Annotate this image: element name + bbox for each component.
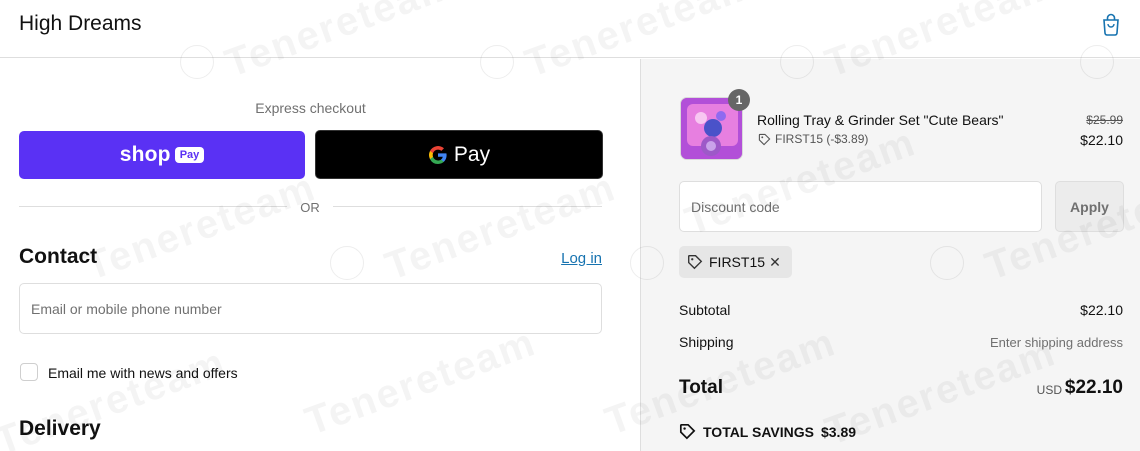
tag-icon	[688, 255, 703, 270]
quantity-badge: 1	[728, 89, 750, 111]
applied-discount-chip: FIRST15 ✕	[679, 246, 792, 278]
discount-code-field[interactable]	[679, 181, 1042, 232]
discounted-price: $22.10	[1080, 132, 1123, 148]
shipping-label: Shipping	[679, 334, 734, 350]
subtotal-value: $22.10	[1080, 302, 1123, 318]
original-price: $25.99	[1086, 113, 1123, 127]
tag-icon	[758, 133, 771, 145]
shipping-value: Enter shipping address	[990, 335, 1123, 350]
close-icon[interactable]: ✕	[767, 254, 783, 270]
google-g-icon	[428, 145, 447, 164]
checkout-form: Express checkout shop Pay Pay OR Contact…	[0, 59, 640, 451]
applied-discount-code: FIRST15	[709, 254, 766, 270]
order-summary: 1 Rolling Tray & Grinder Set "Cute Bears…	[640, 59, 1140, 451]
apply-discount-button[interactable]: Apply	[1055, 181, 1124, 232]
total-savings-value: $3.89	[820, 423, 857, 440]
header: High Dreams	[0, 0, 1140, 58]
shopping-bag-icon[interactable]	[1100, 12, 1122, 36]
contact-heading: Contact	[19, 245, 98, 268]
total-currency: USD	[1036, 383, 1062, 397]
divider	[333, 206, 602, 207]
shop-pay-wordmark: shop	[119, 143, 171, 166]
product-discount-text: FIRST15 (-$3.89)	[775, 132, 869, 146]
delivery-heading: Delivery	[19, 417, 101, 440]
tag-icon	[679, 423, 696, 440]
total-savings: TOTAL SAVINGS $3.89	[679, 423, 856, 440]
subtotal-label: Subtotal	[679, 302, 731, 318]
product-discount: FIRST15 (-$3.89)	[758, 132, 868, 146]
store-logo-text[interactable]: High Dreams	[19, 12, 142, 36]
google-pay-wordmark: Pay	[453, 142, 491, 166]
email-field[interactable]	[19, 283, 602, 334]
total-value: $22.10	[1064, 377, 1123, 398]
product-name: Rolling Tray & Grinder Set "Cute Bears"	[757, 112, 1004, 128]
log-in-link[interactable]: Log in	[540, 250, 602, 267]
divider	[19, 206, 287, 207]
express-checkout-label: Express checkout	[255, 100, 366, 116]
or-separator: OR	[300, 200, 320, 215]
newsletter-checkbox[interactable]	[20, 363, 38, 381]
newsletter-label[interactable]: Email me with news and offers	[48, 365, 238, 381]
shop-pay-button[interactable]: shop Pay	[19, 131, 305, 179]
shop-pay-chip: Pay	[174, 147, 205, 163]
total-label: Total	[679, 377, 723, 398]
google-pay-button[interactable]: Pay	[315, 130, 603, 179]
total-savings-label: TOTAL SAVINGS	[703, 423, 814, 440]
